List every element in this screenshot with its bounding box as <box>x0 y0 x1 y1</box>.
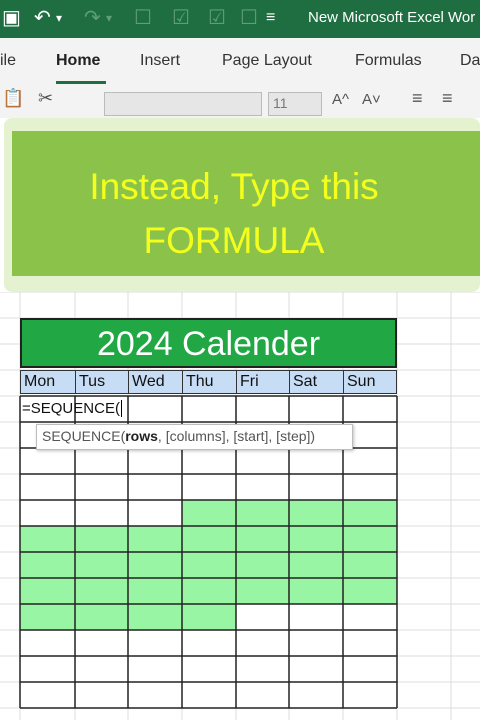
highlighted-cell[interactable] <box>343 500 397 526</box>
font-size-box[interactable]: 11 <box>268 92 322 116</box>
function-tooltip[interactable]: SEQUENCE(rows, [columns], [start], [step… <box>36 424 353 450</box>
cut-icon[interactable]: ✂ <box>38 88 53 109</box>
highlighted-cell[interactable] <box>236 552 289 578</box>
undo-dropdown-icon[interactable]: ▾ <box>56 6 62 30</box>
tooltip-arg-rows[interactable]: rows <box>125 428 158 444</box>
increase-font-size-icon[interactable]: A^ <box>332 91 349 108</box>
highlighted-cell[interactable] <box>75 604 128 630</box>
highlighted-cell[interactable] <box>20 526 75 552</box>
font-name-box[interactable] <box>104 92 262 116</box>
ribbon: 📋 ✂ 11 A^ A˅ ≡ ≡ <box>0 86 480 118</box>
highlighted-cell[interactable] <box>236 578 289 604</box>
highlighted-cell[interactable] <box>289 578 343 604</box>
highlighted-cell[interactable] <box>343 578 397 604</box>
day-header-mon[interactable]: Mon <box>20 370 76 394</box>
window-title: New Microsoft Excel Wor <box>308 9 476 26</box>
highlighted-cell[interactable] <box>75 526 128 552</box>
highlighted-cell[interactable] <box>289 552 343 578</box>
tab-formulas[interactable]: Formulas <box>355 52 422 70</box>
highlighted-cell[interactable] <box>236 500 289 526</box>
tooltip-rest: , [columns], [start], [step]) <box>157 428 316 444</box>
highlighted-cell[interactable] <box>20 552 75 578</box>
active-cell-formula[interactable]: =SEQUENCE( <box>20 396 132 422</box>
highlighted-cell[interactable] <box>128 578 182 604</box>
align-icon[interactable]: ≡ <box>442 88 453 109</box>
highlighted-cell[interactable] <box>182 604 236 630</box>
day-header-fri[interactable]: Fri <box>236 370 290 394</box>
instruction-line-2: FORMULA <box>143 220 325 261</box>
highlighted-cell[interactable] <box>75 578 128 604</box>
decrease-font-size-icon[interactable]: A˅ <box>362 91 381 108</box>
checkbox-icon[interactable]: ☐ <box>134 6 152 30</box>
tab-home[interactable]: Home <box>56 52 100 70</box>
instruction-line-1: Instead, Type this <box>89 166 379 207</box>
highlighted-cell[interactable] <box>20 578 75 604</box>
highlighted-cell[interactable] <box>182 578 236 604</box>
day-header-tue[interactable]: Tus <box>75 370 129 394</box>
menu-bar: ile Home Insert Page Layout Formulas Da <box>0 38 480 86</box>
highlighted-cell[interactable] <box>182 526 236 552</box>
save-icon[interactable]: ▣ <box>2 6 21 30</box>
highlighted-cell[interactable] <box>343 552 397 578</box>
highlighted-cell[interactable] <box>343 526 397 552</box>
redo-icon[interactable]: ↷ <box>84 6 101 30</box>
align-icon[interactable]: ≡ <box>412 88 423 109</box>
highlighted-cell[interactable] <box>128 526 182 552</box>
tab-file[interactable]: ile <box>0 52 16 70</box>
undo-icon[interactable]: ↶ <box>34 6 51 30</box>
highlighted-cell[interactable] <box>182 552 236 578</box>
day-header-thu[interactable]: Thu <box>182 370 237 394</box>
text-cursor <box>120 400 122 417</box>
title-bar: ▣ ↶ ▾ ↷ ▾ ☐ ☑ ☑ ☐ ≡ New Microsoft Excel … <box>0 0 480 38</box>
day-header-sun[interactable]: Sun <box>343 370 397 394</box>
highlighted-cell[interactable] <box>289 500 343 526</box>
redo-dropdown-icon[interactable]: ▾ <box>106 6 112 30</box>
highlighted-cell[interactable] <box>20 604 75 630</box>
format-icon[interactable]: ≡ <box>266 6 275 30</box>
formula-text: =SEQUENCE( <box>22 400 120 417</box>
highlighted-cell[interactable] <box>75 552 128 578</box>
checkbox-checked-icon[interactable]: ☑ <box>208 6 226 30</box>
day-header-sat[interactable]: Sat <box>289 370 344 394</box>
highlighted-cell[interactable] <box>128 552 182 578</box>
font-size-value: 11 <box>273 95 288 111</box>
tab-insert[interactable]: Insert <box>140 52 180 70</box>
tab-page-layout[interactable]: Page Layout <box>222 52 312 70</box>
instruction-text: Instead, Type this FORMULA <box>12 160 456 268</box>
tab-data[interactable]: Da <box>460 52 480 70</box>
highlighted-cell[interactable] <box>236 526 289 552</box>
highlighted-cell[interactable] <box>128 604 182 630</box>
highlighted-cell[interactable] <box>182 500 236 526</box>
checkbox-checked-icon[interactable]: ☑ <box>172 6 190 30</box>
paste-icon[interactable]: 📋 <box>2 88 24 109</box>
active-tab-indicator <box>56 81 106 84</box>
calendar-title: 2024 Calender <box>20 318 397 368</box>
day-header-wed[interactable]: Wed <box>128 370 183 394</box>
highlighted-cell[interactable] <box>289 526 343 552</box>
tooltip-function: SEQUENCE( <box>42 428 126 444</box>
checkbox-icon[interactable]: ☐ <box>240 6 258 30</box>
